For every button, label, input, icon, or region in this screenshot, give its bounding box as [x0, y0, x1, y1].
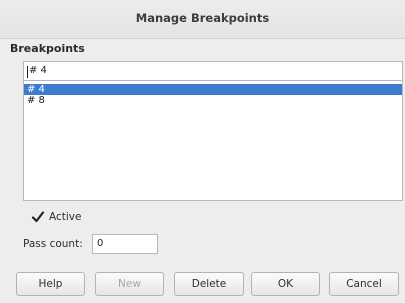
- breakpoints-label: Breakpoints: [10, 42, 85, 55]
- help-button[interactable]: Help: [16, 272, 85, 296]
- checkmark-icon: [31, 210, 45, 224]
- list-item[interactable]: # 4: [24, 84, 402, 95]
- dialog-title: Manage Breakpoints: [135, 11, 270, 25]
- breakpoint-entry-field[interactable]: # 4: [23, 61, 403, 81]
- list-item[interactable]: # 8: [24, 95, 402, 106]
- breakpoint-entry-text: # 4: [29, 65, 47, 76]
- ok-button[interactable]: OK: [251, 272, 320, 296]
- active-checkbox[interactable]: Active: [31, 209, 81, 225]
- delete-button[interactable]: Delete: [174, 272, 244, 296]
- manage-breakpoints-dialog: Manage Breakpoints Breakpoints # 4 # 4 #…: [0, 0, 405, 303]
- pass-count-label: Pass count:: [23, 238, 83, 250]
- cancel-button[interactable]: Cancel: [329, 272, 399, 296]
- pass-count-field[interactable]: 0: [92, 234, 158, 254]
- active-label: Active: [49, 211, 82, 223]
- text-cursor: [27, 66, 28, 78]
- breakpoints-list[interactable]: # 4 # 8: [23, 81, 403, 201]
- title-bar[interactable]: Manage Breakpoints: [0, 0, 405, 39]
- new-button[interactable]: New: [95, 272, 164, 296]
